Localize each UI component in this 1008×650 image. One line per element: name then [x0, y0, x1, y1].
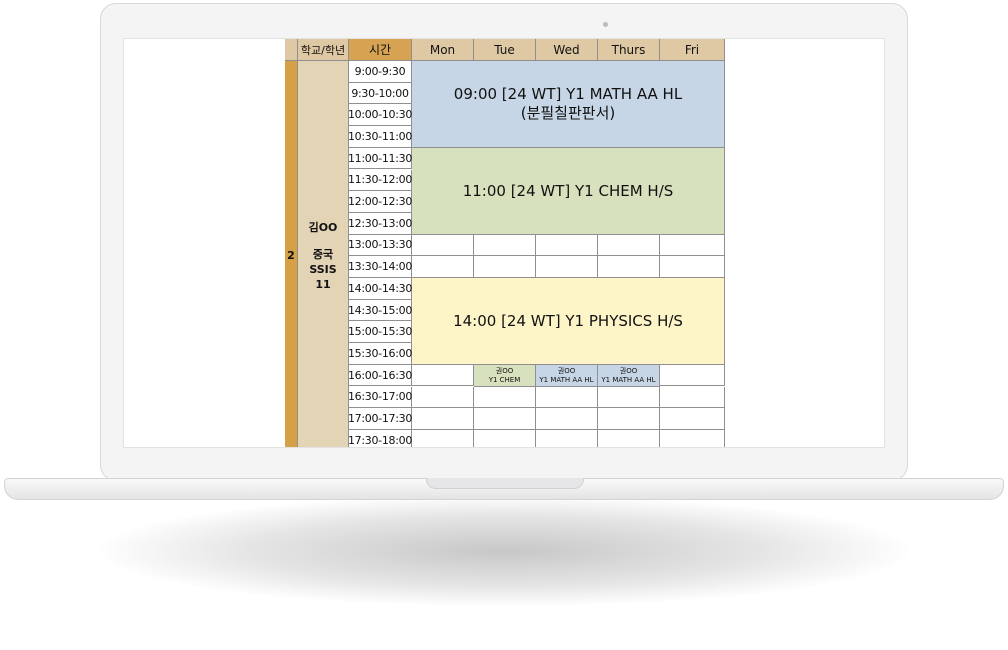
empty-slot[interactable]	[412, 256, 474, 278]
event-math-title: 09:00 [24 WT] Y1 MATH AA HL	[453, 85, 683, 103]
time-slot: 9:00-9:30	[349, 61, 412, 83]
student-info: 김OO 중국 SSIS 11	[298, 61, 349, 447]
empty-slot[interactable]	[412, 429, 474, 447]
mini-event-tue-course: Y1 CHEM	[488, 375, 521, 384]
empty-slot[interactable]	[598, 386, 660, 409]
empty-slot[interactable]	[598, 256, 660, 278]
time-slot: 13:00-13:30	[348, 234, 412, 257]
student-country: 중국	[312, 247, 334, 261]
empty-slot[interactable]	[474, 408, 536, 430]
time-slot: 10:00-10:30	[348, 104, 412, 127]
student-number-text: 2	[287, 249, 295, 262]
mini-event-wed[interactable]: 권OO Y1 MATH AA HL	[536, 365, 598, 387]
laptop-screen: 학교/학년 시간 Mon Tue Wed Thurs Fri 2 김OO 중국 …	[123, 38, 885, 448]
header-day-tue: Tue	[474, 39, 536, 61]
header-day-thurs: Thurs	[598, 39, 660, 61]
student-grade: 11	[315, 277, 331, 291]
empty-slot[interactable]	[412, 386, 474, 409]
time-slot: 12:30-13:00	[348, 212, 412, 235]
time-slot: 14:30-15:00	[348, 299, 412, 322]
empty-slot[interactable]	[412, 364, 474, 387]
mini-event-tue[interactable]: 권OO Y1 CHEM	[474, 365, 536, 387]
mini-event-thu-name: 권OO	[619, 366, 638, 375]
empty-slot[interactable]	[536, 234, 598, 257]
time-slot: 9:30-10:00	[349, 82, 412, 105]
time-slot: 15:30-16:00	[348, 343, 412, 365]
laptop-shadow	[100, 496, 908, 606]
time-slot: 17:30-18:00	[348, 429, 412, 447]
event-math-aa-hl[interactable]: 09:00 [24 WT] Y1 MATH AA HL (분필칠판판서)	[412, 61, 725, 148]
mini-event-thu-course: Y1 MATH AA HL	[601, 375, 656, 384]
empty-slot[interactable]	[660, 364, 725, 387]
header-day-fri: Fri	[660, 39, 725, 61]
time-slot: 16:30-17:00	[348, 386, 412, 409]
empty-slot[interactable]	[598, 408, 660, 430]
mini-event-wed-name: 권OO	[557, 366, 576, 375]
mini-event-wed-course: Y1 MATH AA HL	[539, 375, 594, 384]
event-physics[interactable]: 14:00 [24 WT] Y1 PHYSICS H/S	[412, 278, 725, 365]
empty-slot[interactable]	[598, 234, 660, 257]
empty-slot[interactable]	[536, 408, 598, 430]
empty-slot[interactable]	[412, 234, 474, 257]
empty-slot[interactable]	[536, 386, 598, 409]
header-blank	[285, 39, 298, 61]
student-name: 김OO	[308, 220, 338, 234]
student-number: 2	[285, 61, 298, 447]
time-slot: 16:00-16:30	[348, 364, 412, 387]
time-slot: 13:30-14:00	[348, 256, 412, 278]
empty-slot[interactable]	[474, 234, 536, 257]
header-time: 시간	[349, 39, 412, 61]
empty-slot[interactable]	[660, 429, 725, 447]
empty-slot[interactable]	[536, 429, 598, 447]
time-slot: 11:00-11:30	[348, 147, 412, 170]
empty-slot[interactable]	[412, 408, 474, 430]
event-chem-title: 11:00 [24 WT] Y1 CHEM H/S	[462, 181, 674, 200]
time-slot: 15:00-15:30	[348, 321, 412, 344]
time-slot: 12:00-12:30	[348, 191, 412, 213]
empty-slot[interactable]	[660, 256, 725, 278]
time-slot: 17:00-17:30	[348, 408, 412, 430]
timetable: 학교/학년 시간 Mon Tue Wed Thurs Fri 2 김OO 중국 …	[285, 39, 725, 447]
event-math-note: (분필칠판판서)	[520, 104, 616, 122]
event-physics-title: 14:00 [24 WT] Y1 PHYSICS H/S	[453, 311, 683, 330]
header-day-mon: Mon	[412, 39, 474, 61]
time-slot: 14:00-14:30	[348, 278, 412, 300]
empty-slot[interactable]	[474, 256, 536, 278]
time-slot: 10:30-11:00	[348, 126, 412, 148]
header-school-grade: 학교/학년	[298, 39, 349, 61]
empty-slot[interactable]	[660, 234, 725, 257]
camera-icon	[603, 22, 608, 27]
event-chem[interactable]: 11:00 [24 WT] Y1 CHEM H/S	[412, 148, 725, 235]
empty-slot[interactable]	[474, 429, 536, 447]
time-slot: 11:30-12:00	[348, 169, 412, 192]
mini-event-tue-name: 권OO	[495, 366, 514, 375]
laptop-notch	[426, 478, 584, 489]
mini-event-thu[interactable]: 권OO Y1 MATH AA HL	[598, 365, 660, 387]
empty-slot[interactable]	[536, 256, 598, 278]
student-school: SSIS	[309, 262, 337, 276]
header-day-wed: Wed	[536, 39, 598, 61]
empty-slot[interactable]	[598, 429, 660, 447]
empty-slot[interactable]	[474, 386, 536, 409]
empty-slot[interactable]	[660, 408, 725, 430]
empty-slot[interactable]	[660, 386, 725, 409]
